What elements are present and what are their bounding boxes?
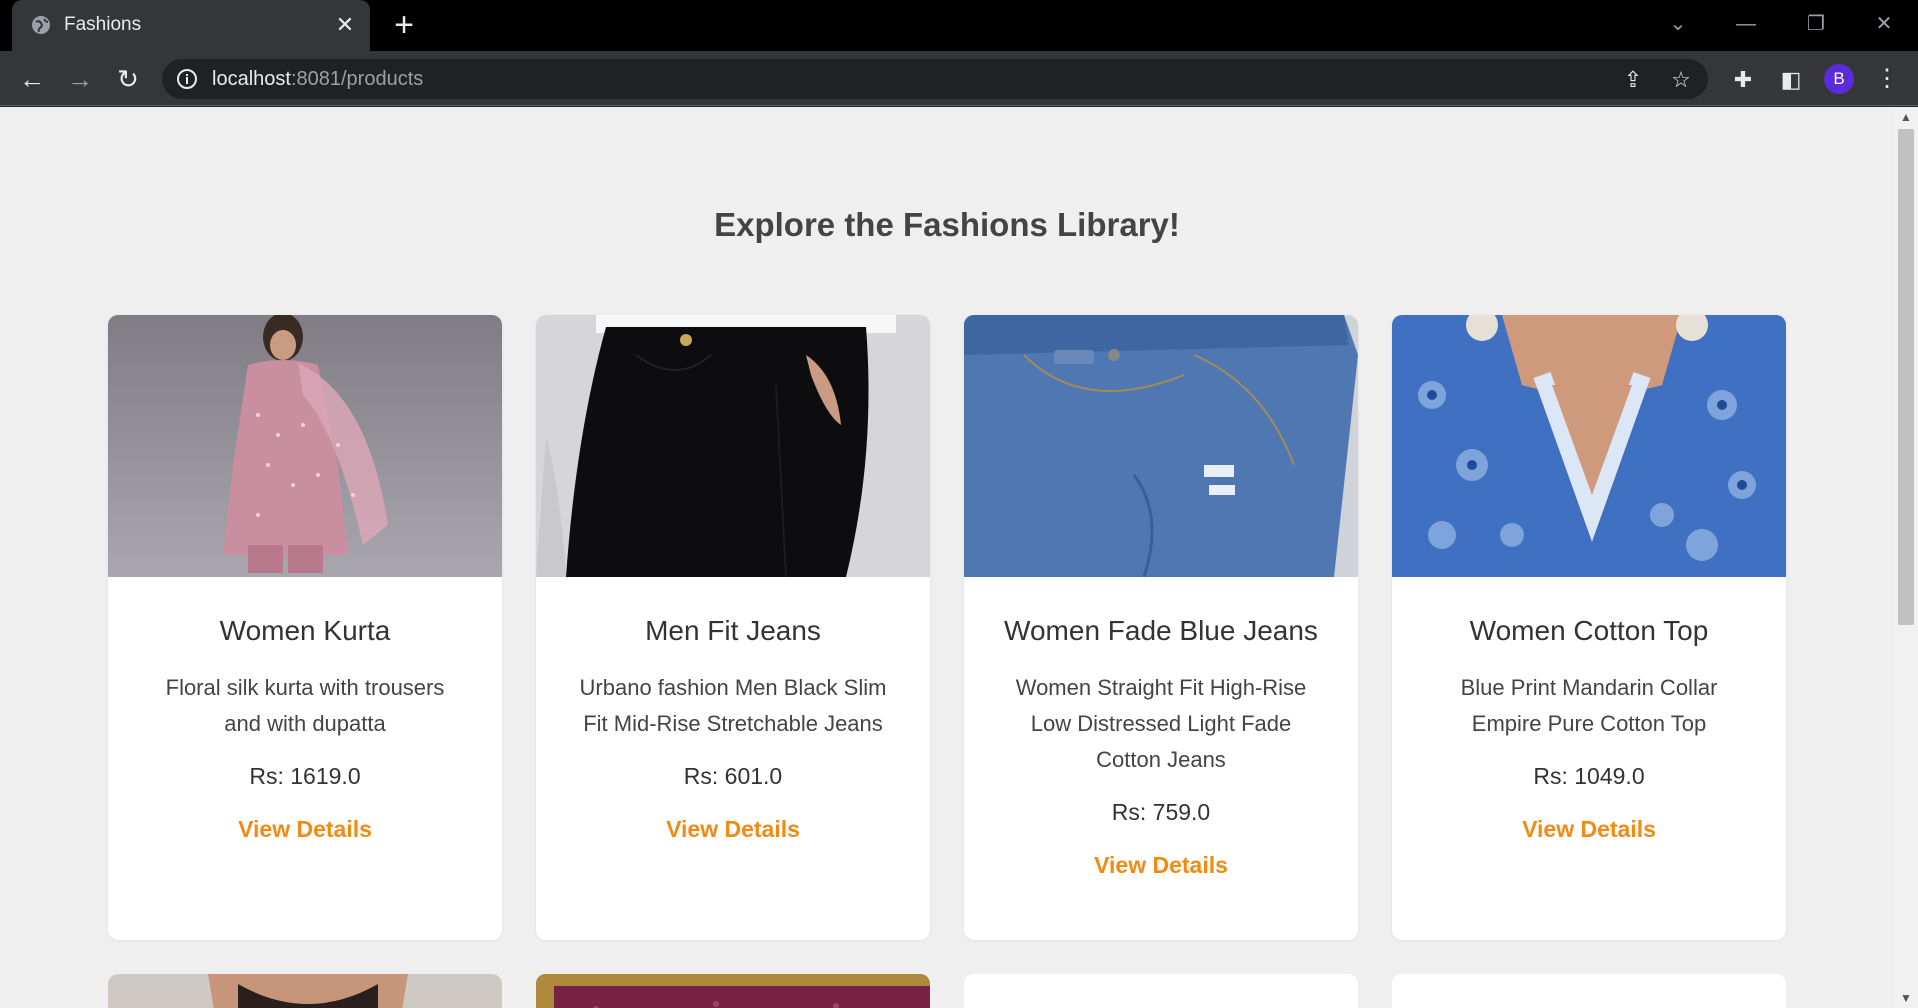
- product-image-cotton-top[interactable]: [1392, 315, 1786, 577]
- view-details-link[interactable]: View Details: [964, 852, 1358, 879]
- product-card-partial: [108, 974, 502, 1008]
- extensions-puzzle-icon[interactable]: ✚: [1730, 67, 1756, 93]
- restore-icon[interactable]: ❐: [1796, 8, 1836, 40]
- tab-strip: Fashions ✕ + ⌄ — ❐ ✕: [0, 0, 1918, 51]
- browser-menu-icon[interactable]: ⋮: [1872, 64, 1902, 94]
- view-details-link[interactable]: View Details: [536, 816, 930, 843]
- product-description: Women Straight Fit High-Rise Low Distres…: [1015, 675, 1307, 772]
- product-card-partial: [1392, 974, 1786, 1008]
- product-card-partial: [536, 974, 930, 1008]
- product-name: Women Cotton Top: [1469, 615, 1709, 646]
- side-panel-icon[interactable]: ◧: [1778, 67, 1804, 93]
- scroll-down-arrow-icon[interactable]: ▼: [1894, 988, 1918, 1008]
- product-card: Men Fit Jeans Urbano fashion Men Black S…: [536, 315, 930, 940]
- url-host: localhost: [212, 68, 291, 90]
- product-name: Women Fade Blue Jeans: [1004, 615, 1318, 646]
- forward-arrow-icon[interactable]: →: [62, 61, 98, 97]
- page-content: Explore the Fashions Library! Women Kurt…: [0, 107, 1918, 1008]
- product-name: Women Kurta: [219, 615, 391, 646]
- product-image-kurta[interactable]: [108, 315, 502, 577]
- product-description: Urbano fashion Men Black Slim Fit Mid-Ri…: [579, 675, 887, 736]
- minimize-icon[interactable]: —: [1726, 8, 1766, 40]
- view-details-link[interactable]: View Details: [108, 816, 502, 843]
- product-price: Rs: 759.0: [1111, 799, 1211, 825]
- page-title: Explore the Fashions Library!: [714, 206, 1180, 243]
- profile-avatar[interactable]: B: [1824, 64, 1854, 94]
- window-close-icon[interactable]: ✕: [1864, 8, 1904, 40]
- share-icon[interactable]: ⇪: [1620, 67, 1646, 93]
- product-image-men-jeans[interactable]: [536, 315, 930, 577]
- product-image-partial[interactable]: [536, 974, 930, 1008]
- product-card: Women Fade Blue Jeans Women Straight Fit…: [964, 315, 1358, 940]
- product-card: Women Cotton Top Blue Print Mandarin Col…: [1392, 315, 1786, 940]
- new-tab-icon[interactable]: +: [388, 8, 420, 42]
- address-bar[interactable]: localhost:8081/products ⇪ ☆: [162, 59, 1708, 99]
- url-path: :8081/products: [290, 68, 424, 90]
- product-card-partial: [964, 974, 1358, 1008]
- site-info-icon[interactable]: [176, 68, 198, 90]
- product-name: Men Fit Jeans: [645, 615, 821, 646]
- product-price: Rs: 1049.0: [1533, 763, 1645, 789]
- reload-icon[interactable]: ↻: [110, 61, 146, 97]
- tab-search-icon[interactable]: ⌄: [1658, 8, 1698, 40]
- close-tab-icon[interactable]: ✕: [332, 12, 358, 38]
- back-arrow-icon[interactable]: ←: [14, 61, 50, 97]
- product-price: Rs: 1619.0: [249, 763, 361, 789]
- product-price: Rs: 601.0: [683, 763, 783, 789]
- product-description: Floral silk kurta with trousers and with…: [165, 675, 445, 736]
- url-text[interactable]: localhost:8081/products: [212, 68, 423, 91]
- view-details-link[interactable]: View Details: [1392, 816, 1786, 843]
- browser-toolbar: ← → ↻ localhost:8081/products ⇪ ☆ ✚ ◧ B …: [0, 51, 1918, 106]
- product-card: Women Kurta Floral silk kurta with trous…: [108, 315, 502, 940]
- scroll-up-arrow-icon[interactable]: ▲: [1894, 107, 1918, 127]
- scrollbar-thumb[interactable]: [1898, 129, 1914, 625]
- browser-tab[interactable]: Fashions ✕: [12, 0, 370, 51]
- tab-title: Fashions: [64, 14, 142, 35]
- product-image-women-jeans[interactable]: [964, 315, 1358, 577]
- page-scrollbar[interactable]: ▲ ▼: [1894, 107, 1918, 1008]
- product-image-partial[interactable]: [108, 974, 502, 1008]
- bookmark-star-icon[interactable]: ☆: [1668, 67, 1694, 93]
- globe-icon: [32, 16, 50, 34]
- product-description: Blue Print Mandarin Collar Empire Pure C…: [1460, 675, 1718, 736]
